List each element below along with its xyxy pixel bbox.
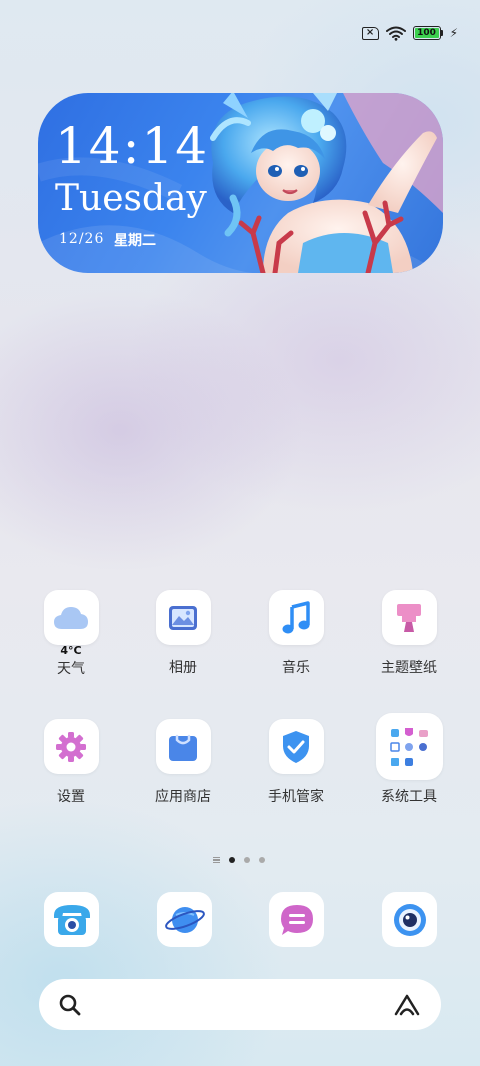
status-bar: × 100 ⚡ bbox=[361, 24, 458, 42]
page-list-icon bbox=[213, 857, 220, 863]
battery-indicator: 100 bbox=[412, 26, 443, 40]
messages-icon bbox=[280, 904, 313, 935]
page-dot bbox=[244, 857, 250, 863]
clock-time: 14:14 bbox=[55, 117, 210, 175]
shield-check-icon bbox=[268, 719, 324, 774]
camera-icon bbox=[393, 903, 426, 936]
dock-camera[interactable] bbox=[382, 892, 437, 947]
phone-icon bbox=[53, 904, 90, 935]
dock-browser[interactable] bbox=[157, 892, 212, 947]
gallery-icon bbox=[155, 590, 211, 645]
app-music[interactable]: 音乐 bbox=[251, 590, 341, 677]
app-store-bag-icon bbox=[155, 719, 211, 774]
battery-level: 100 bbox=[414, 28, 439, 38]
search-bar[interactable] bbox=[39, 979, 441, 1030]
dock-phone[interactable] bbox=[44, 892, 99, 947]
music-note-icon bbox=[268, 590, 324, 645]
app-gallery[interactable]: 相册 bbox=[138, 590, 228, 677]
browser-planet-icon bbox=[164, 906, 205, 933]
charging-bolt-icon: ⚡ bbox=[449, 26, 458, 40]
mermaid-character-art bbox=[210, 93, 443, 273]
app-system-tools[interactable]: 系统工具 bbox=[364, 713, 454, 806]
app-label: 设置 bbox=[57, 789, 85, 805]
system-tools-folder-icon bbox=[375, 713, 443, 780]
clock-day: Tuesday bbox=[55, 178, 207, 219]
app-label: 手机管家 bbox=[268, 789, 324, 805]
app-label: 天气 bbox=[57, 661, 85, 677]
app-settings[interactable]: 设置 bbox=[26, 719, 116, 806]
clock-widget[interactable]: 14:14 Tuesday 12/26 星期二 bbox=[38, 93, 443, 273]
gear-icon bbox=[43, 719, 99, 774]
dock-messages[interactable] bbox=[269, 892, 324, 947]
app-phone-manager[interactable]: 手机管家 bbox=[251, 719, 341, 806]
app-label: 应用商店 bbox=[155, 789, 211, 805]
no-sim-icon: × bbox=[361, 26, 379, 40]
page-dot bbox=[259, 857, 265, 863]
theme-brush-icon bbox=[381, 590, 437, 645]
clock-weekday: 星期二 bbox=[114, 233, 156, 249]
assistant-icon[interactable] bbox=[393, 993, 421, 1017]
page-indicator[interactable] bbox=[213, 857, 265, 863]
app-store[interactable]: 应用商店 bbox=[138, 719, 228, 806]
search-icon[interactable] bbox=[59, 994, 81, 1016]
app-theme-wallpaper[interactable]: 主题壁纸 bbox=[364, 590, 454, 677]
wifi-icon bbox=[385, 26, 406, 41]
app-label: 相册 bbox=[169, 660, 197, 676]
page-dot-active bbox=[229, 857, 235, 863]
app-weather[interactable]: 4°C 天气 bbox=[26, 590, 116, 678]
weather-cloud-icon bbox=[43, 590, 99, 645]
app-label: 主题壁纸 bbox=[381, 660, 437, 676]
clock-date: 12/26 bbox=[59, 231, 105, 247]
app-label: 音乐 bbox=[282, 660, 310, 676]
app-label: 系统工具 bbox=[381, 789, 437, 805]
weather-temperature: 4°C bbox=[60, 644, 82, 657]
